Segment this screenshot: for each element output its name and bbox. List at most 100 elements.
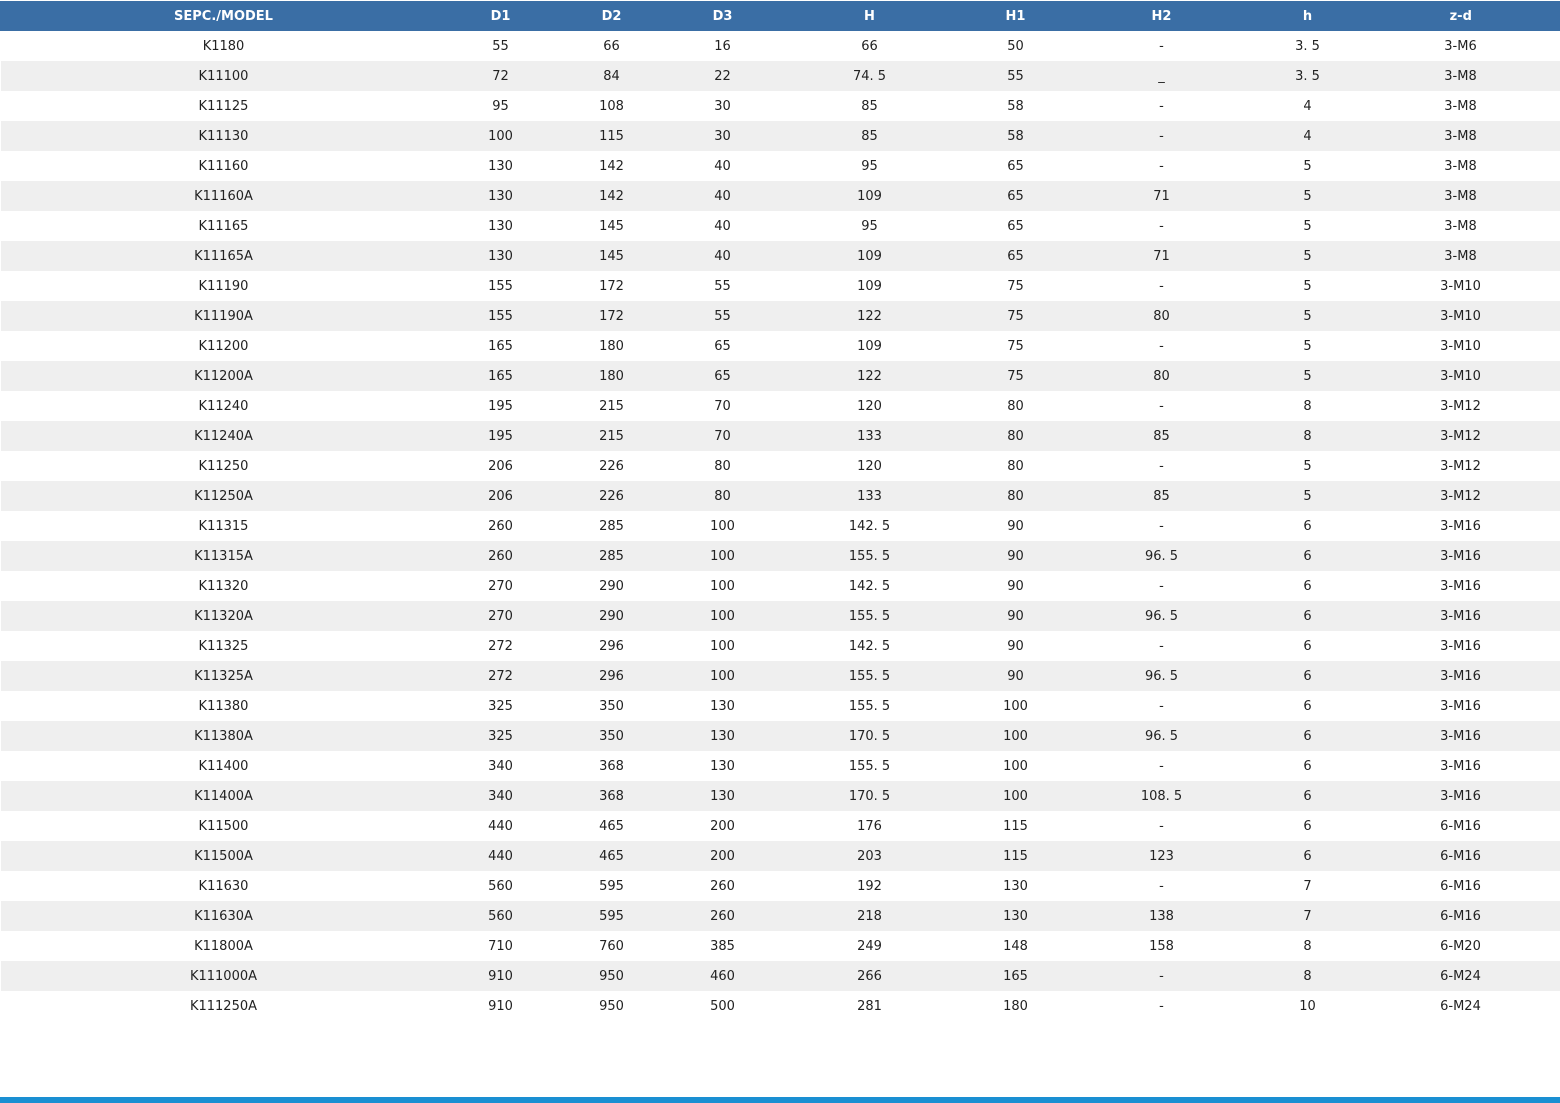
value-cell: 100 [1003,698,1028,714]
value-cell: 155 [446,301,555,331]
value-cell: 7 [1303,878,1312,894]
value-cell: 6 [1254,601,1361,631]
value-cell: 108 [599,98,624,114]
value-cell: 130 [488,158,513,174]
value-cell: 460 [668,961,777,991]
table-row: K111000A 910 950 460 266 165-8 6-M24 [0,961,1560,991]
value-cell: 30 [714,98,731,114]
value-cell: 368 [554,781,669,811]
value-cell: 58 [962,121,1069,151]
value-cell: 100 [710,518,735,534]
value-cell: 120 [857,458,882,474]
model-cell: K11160A [0,181,447,211]
value-cell: 158 [1149,938,1174,954]
value-cell: 6-M16 [1360,841,1560,871]
value-cell: - [1159,758,1164,774]
value-cell: 296 [554,661,669,691]
value-cell: 180 [554,361,669,391]
value-cell: 340 [446,781,555,811]
value-cell: 155. 5 [848,758,891,774]
value-cell: 272 [446,661,555,691]
value-cell: 465 [599,818,624,834]
table-row: K11125 95 108 30 85 58 - 4 3-M8 [1,91,1560,121]
model-cell: K11320 [198,578,249,594]
value-cell: 176 [857,818,882,834]
column-header: H1 [962,1,1069,31]
value-cell: 100 [710,638,735,654]
value-cell: 80 [962,421,1069,451]
model-cell: K11200A [0,361,447,391]
value-cell: 6 [1254,781,1361,811]
value-cell: 142. 5 [848,578,891,594]
value-cell: 5 [1254,301,1361,331]
model-cell: K11160 [198,158,249,174]
value-cell: 142 [599,158,624,174]
model-cell: K11190A [0,301,447,331]
value-cell: 180 [1003,998,1028,1014]
value-cell: 170. 5 [776,781,963,811]
table-row: K11380 325 350 130 155. 5 100 - 6 3-M16 [1,691,1560,721]
value-cell: 80 [1068,301,1255,331]
value-cell: 5 [1303,278,1312,294]
value-cell: 85 [861,98,878,114]
model-cell: K11320A [0,601,447,631]
model-cell: K11165 [198,218,249,234]
value-cell: 3-M16 [1440,758,1481,774]
table-row: K1180 55 66 16 66 50 - 3. 5 3-M6 [1,31,1560,61]
value-cell: 4 [1303,98,1312,114]
value-cell: 200 [668,841,777,871]
value-cell: 109 [776,241,963,271]
table-row: K11800A 710 760 385 249 148 158 8 6-M20 [1,931,1560,961]
value-cell: 80 [962,481,1069,511]
value-cell: 145 [554,241,669,271]
value-cell: 75 [962,301,1069,331]
value-cell: 58 [1007,98,1024,114]
value-cell: - [1159,338,1164,354]
value-cell: 6 [1254,721,1361,751]
value-cell: 100 [446,121,555,151]
value-cell: 75 [1007,338,1024,354]
value-cell: - [1159,218,1164,234]
value-cell: 130 [710,758,735,774]
value-cell: 142 [554,181,669,211]
table-row: K11400A 340 368 130 170. 5 100 108. 5 6 3-M16 [0,781,1560,811]
table-row: K11160 130 142 40 95 65 - 5 3-M8 [1,151,1560,181]
value-cell: 3-M8 [1360,181,1560,211]
value-cell: 95 [861,158,878,174]
value-cell: 108. 5 [1068,781,1255,811]
value-cell: 215 [554,421,669,451]
value-cell: 325 [446,721,555,751]
value-cell: 170. 5 [776,721,963,751]
table-body: K1180 55 66 16 66 50-3. 5 3-M6 K11100 72 84 22 74. … [0,31,1560,1021]
value-cell: 148 [1003,938,1028,954]
value-cell: 115 [962,841,1069,871]
value-cell: 100 [668,661,777,691]
table-row: K11250A 206 226 80 133 80 85 5 3-M12 [0,481,1560,511]
value-cell: 3-M8 [1444,98,1477,114]
value-cell: 950 [599,998,624,1014]
value-cell: 3-M6 [1444,38,1477,54]
value-cell: 130 [668,781,777,811]
value-cell: 165 [446,361,555,391]
value-cell: 3-M8 [1360,61,1560,91]
value-cell: 350 [554,721,669,751]
value-cell: 195 [488,398,513,414]
model-cell: K11380A [0,721,447,751]
model-cell: K11130 [0,121,447,151]
value-cell: 155. 5 [776,541,963,571]
table-row: K11320 270 290 100 142. 5 90 - 6 3-M16 [1,571,1560,601]
value-cell: - [1159,998,1164,1014]
value-cell: 75 [1007,278,1024,294]
model-cell: K11250A [0,481,447,511]
value-cell: 65 [668,361,777,391]
value-cell: 910 [446,961,555,991]
value-cell: 6 [1303,818,1312,834]
value-cell: 272 [488,638,513,654]
value-cell: 70 [668,421,777,451]
value-cell: 6 [1303,638,1312,654]
value-cell: - [1159,578,1164,594]
value-cell: 71 [1068,241,1255,271]
value-cell: 465 [554,841,669,871]
column-header: H2 [1068,1,1255,31]
value-cell: 5 [1254,241,1361,271]
